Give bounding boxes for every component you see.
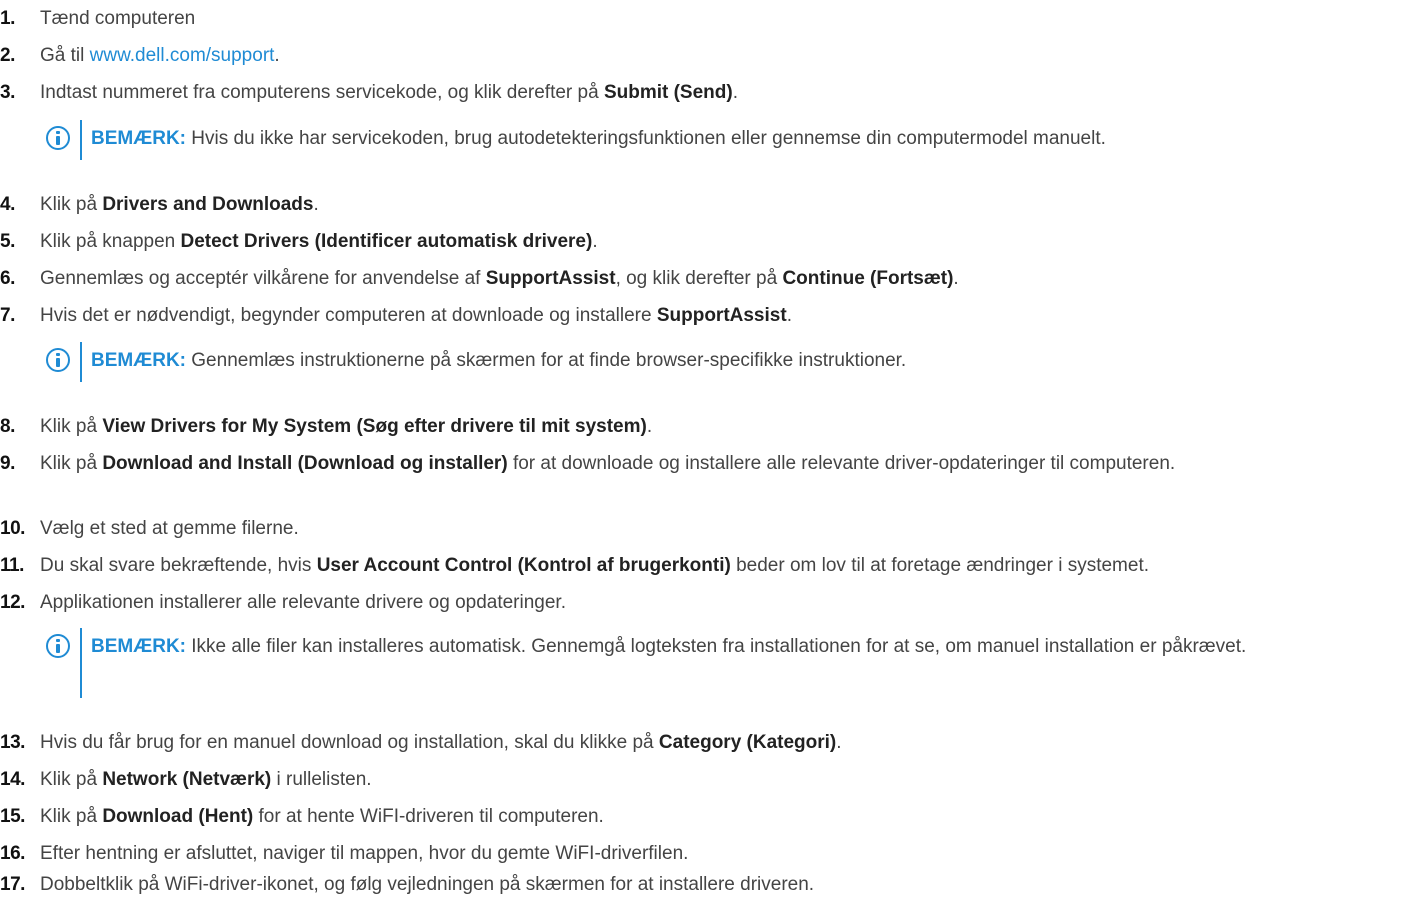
step-number: 1.	[0, 8, 15, 29]
list-item: 15. Klik på Download (Hent) for at hente…	[0, 803, 1405, 831]
note-box: BEMÆRK: Gennemlæs instruktionerne på skæ…	[40, 342, 1360, 382]
note-label: BEMÆRK:	[91, 350, 186, 371]
list-item: 11. Du skal svare bekræftende, hvis User…	[0, 552, 1405, 580]
list-item: 13. Hvis du får brug for en manuel downl…	[0, 729, 1405, 757]
list-item: 1. Tænd computeren	[0, 5, 1405, 33]
step-text: Klik på Download and Install (Download o…	[40, 453, 1176, 474]
document-page: 1. Tænd computeren 2. Gå til www.dell.co…	[0, 0, 1410, 895]
step-text: Klik på Network (Netværk) i rullelisten.	[40, 769, 372, 790]
step-number: 3.	[0, 82, 15, 103]
step-text: Gennemlæs og acceptér vilkårene for anve…	[40, 268, 959, 289]
step-number: 5.	[0, 231, 15, 252]
step-number: 13.	[0, 732, 25, 753]
note-label: BEMÆRK:	[91, 636, 186, 657]
step-text: Klik på Drivers and Downloads.	[40, 194, 319, 215]
list-item: 17. Dobbeltklik på WiFi-driver-ikonet, o…	[0, 871, 1405, 899]
note-divider	[80, 342, 82, 382]
list-item: 14. Klik på Network (Netværk) i rullelis…	[0, 766, 1405, 794]
step-number: 7.	[0, 305, 15, 326]
step-text: Du skal svare bekræftende, hvis User Acc…	[40, 555, 1150, 576]
list-item: 7. Hvis det er nødvendigt, begynder comp…	[0, 302, 1405, 330]
step-text: Gå til www.dell.com/support.	[40, 45, 280, 66]
step-number: 9.	[0, 453, 15, 474]
step-text: Klik på View Drivers for My System (Søg …	[40, 416, 653, 437]
step-text: Indtast nummeret fra computerens service…	[40, 82, 738, 103]
list-item: 10. Vælg et sted at gemme filerne.	[0, 515, 1405, 543]
step-text: Klik på Download (Hent) for at hente WiF…	[40, 806, 604, 827]
note-text: BEMÆRK: Hvis du ikke har servicekoden, b…	[91, 128, 1106, 149]
step-text: Klik på knappen Detect Drivers (Identifi…	[40, 231, 598, 252]
step-number: 16.	[0, 843, 25, 864]
list-item: 16. Efter hentning er afsluttet, naviger…	[0, 840, 1405, 868]
info-icon	[46, 634, 70, 658]
note-box: BEMÆRK: Ikke alle filer kan installeres …	[40, 628, 1360, 698]
step-number: 15.	[0, 806, 25, 827]
info-icon	[46, 348, 70, 372]
note-text: BEMÆRK: Gennemlæs instruktionerne på skæ…	[91, 350, 907, 371]
step-text: Dobbeltklik på WiFi-driver-ikonet, og fø…	[40, 874, 815, 895]
note-label: BEMÆRK:	[91, 128, 186, 149]
step-text: Hvis du får brug for en manuel download …	[40, 732, 842, 753]
support-link[interactable]: www.dell.com/support	[90, 45, 275, 66]
list-item: 5. Klik på knappen Detect Drivers (Ident…	[0, 228, 1405, 256]
step-number: 8.	[0, 416, 15, 437]
step-text: Vælg et sted at gemme filerne.	[40, 518, 299, 539]
step-number: 10.	[0, 518, 25, 539]
list-item: 12. Applikationen installerer alle relev…	[0, 589, 1405, 617]
step-text: Tænd computeren	[40, 8, 196, 29]
list-item: 9. Klik på Download and Install (Downloa…	[0, 450, 1340, 478]
note-divider	[80, 628, 82, 698]
note-divider	[80, 120, 82, 160]
step-text: Applikationen installerer alle relevante…	[40, 592, 566, 613]
list-item: 4. Klik på Drivers and Downloads.	[0, 191, 1405, 219]
note-box: BEMÆRK: Hvis du ikke har servicekoden, b…	[40, 120, 1360, 160]
list-item: 3. Indtast nummeret fra computerens serv…	[0, 79, 1405, 107]
note-text: BEMÆRK: Ikke alle filer kan installeres …	[91, 636, 1247, 657]
list-item: 2. Gå til www.dell.com/support.	[0, 42, 1405, 70]
step-number: 12.	[0, 592, 25, 613]
step-text: Efter hentning er afsluttet, naviger til…	[40, 843, 689, 864]
info-icon	[46, 126, 70, 150]
step-number: 6.	[0, 268, 15, 289]
step-number: 17.	[0, 874, 25, 895]
step-number: 2.	[0, 45, 15, 66]
list-item: 8. Klik på View Drivers for My System (S…	[0, 413, 1405, 441]
step-number: 4.	[0, 194, 15, 215]
list-item: 6. Gennemlæs og acceptér vilkårene for a…	[0, 265, 1405, 293]
step-text: Hvis det er nødvendigt, begynder compute…	[40, 305, 792, 326]
step-number: 14.	[0, 769, 25, 790]
step-number: 11.	[0, 555, 24, 576]
